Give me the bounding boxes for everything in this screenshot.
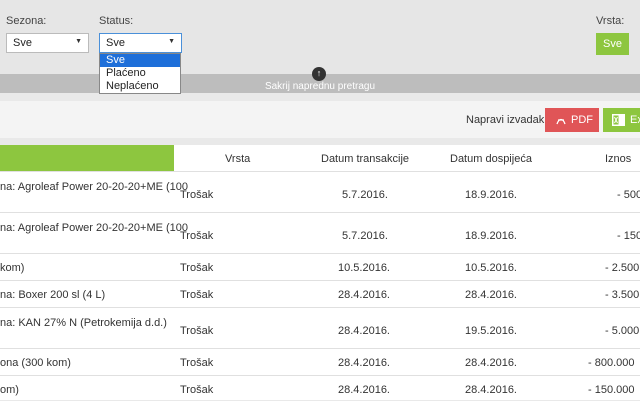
row-amount: - 500 [617,189,640,201]
export-excel-label: Ex [630,114,640,126]
export-pdf-button[interactable]: PDF [545,108,599,132]
table-row[interactable]: na: Agroleaf Power 20-20-20+ME (100 Troš… [0,171,640,212]
header-description-column[interactable] [0,145,174,171]
status-select-value: Sve [106,37,125,49]
status-select[interactable]: Sve ▼ [99,33,182,53]
row-description: na: Agroleaf Power 20-20-20+ME (100 [0,222,189,234]
table-row[interactable]: om) Trošak 28.4.2016. 28.4.2016. - 150.0… [0,375,640,401]
row-description: na: Agroleaf Power 20-20-20+ME (100 [0,181,189,193]
table-row[interactable]: na: Agroleaf Power 20-20-20+ME (100 Troš… [0,212,640,253]
row-due-date: 19.5.2016. [465,325,517,337]
row-due-date: 28.4.2016. [465,289,517,301]
row-amount: - 2.500 [605,262,640,274]
type-label: Vrsta: [596,15,625,27]
status-option-all[interactable]: Sve [100,54,180,67]
row-description: om) [0,384,19,396]
row-type: Trošak [180,325,214,337]
season-select-value: Sve [13,37,32,49]
row-amount: - 5.000 [605,325,640,337]
row-transaction-date: 28.4.2016. [338,289,390,301]
excel-icon [612,114,625,126]
table-row[interactable]: na: KAN 27% N (Petrokemija d.d.) Trošak … [0,307,640,348]
row-type: Trošak [180,357,214,369]
row-transaction-date: 28.4.2016. [338,384,390,396]
season-label: Sezona: [6,15,47,27]
chevron-down-icon: ▼ [75,38,82,45]
row-due-date: 28.4.2016. [465,357,517,369]
row-due-date: 10.5.2016. [465,262,517,274]
export-label: Napravi izvadak: [466,114,548,126]
row-transaction-date: 28.4.2016. [338,325,390,337]
chevron-down-icon: ▼ [168,38,175,45]
row-description: ona (300 kom) [0,357,71,369]
status-option-paid[interactable]: Plaćeno [100,67,180,80]
table-header: Vrsta Datum transakcije Datum dospijeća … [0,145,640,171]
row-type: Trošak [180,230,214,242]
row-transaction-date: 5.7.2016. [342,230,388,242]
row-due-date: 18.9.2016. [465,230,517,242]
export-bar: Napravi izvadak: PDF Ex [0,101,640,138]
status-label: Status: [99,15,134,27]
table-row[interactable]: ona (300 kom) Trošak 28.4.2016. 28.4.201… [0,348,640,375]
header-transaction-date[interactable]: Datum transakcije [321,153,409,165]
row-type: Trošak [180,189,214,201]
hide-advanced-search-label: Sakrij naprednu pretragu [264,81,376,92]
row-description: na: Boxer 200 sl (4 L) [0,289,106,301]
row-type: Trošak [180,289,214,301]
status-dropdown-list: Sve Plaćeno Neplaćeno [99,53,181,94]
row-transaction-date: 5.7.2016. [342,189,388,201]
row-amount: - 150 [617,230,640,242]
hide-advanced-search-bar[interactable]: ↑ Sakrij naprednu pretragu [0,67,640,93]
row-amount: - 150.000 [588,384,635,396]
arrow-up-icon[interactable]: ↑ [312,67,326,81]
row-amount: - 800.000 [588,357,635,369]
transactions-table: Vrsta Datum transakcije Datum dospijeća … [0,145,640,400]
row-description: na: KAN 27% N (Petrokemija d.d.) [0,317,167,329]
table-row[interactable]: na: Boxer 200 sl (4 L) Trošak 28.4.2016.… [0,280,640,307]
row-due-date: 28.4.2016. [465,384,517,396]
header-type[interactable]: Vrsta [225,153,250,165]
pdf-icon [556,118,566,125]
row-type: Trošak [180,262,214,274]
table-row[interactable]: kom) Trošak 10.5.2016. 10.5.2016. - 2.50… [0,253,640,280]
row-transaction-date: 10.5.2016. [338,262,390,274]
season-select[interactable]: Sve ▼ [6,33,89,53]
status-option-unpaid[interactable]: Neplaćeno [100,80,180,93]
row-amount: - 3.500 [605,289,640,301]
row-transaction-date: 28.4.2016. [338,357,390,369]
row-type: Trošak [180,384,214,396]
filter-panel: Sezona: Sve ▼ Status: Sve ▼ Vrsta: Sve [0,0,640,76]
header-amount[interactable]: Iznos [605,153,631,165]
header-due-date[interactable]: Datum dospijeća [450,153,532,165]
export-excel-button[interactable]: Ex [603,108,640,132]
row-description: kom) [0,262,25,274]
type-all-button[interactable]: Sve [596,33,629,55]
row-due-date: 18.9.2016. [465,189,517,201]
export-pdf-label: PDF [571,114,593,126]
